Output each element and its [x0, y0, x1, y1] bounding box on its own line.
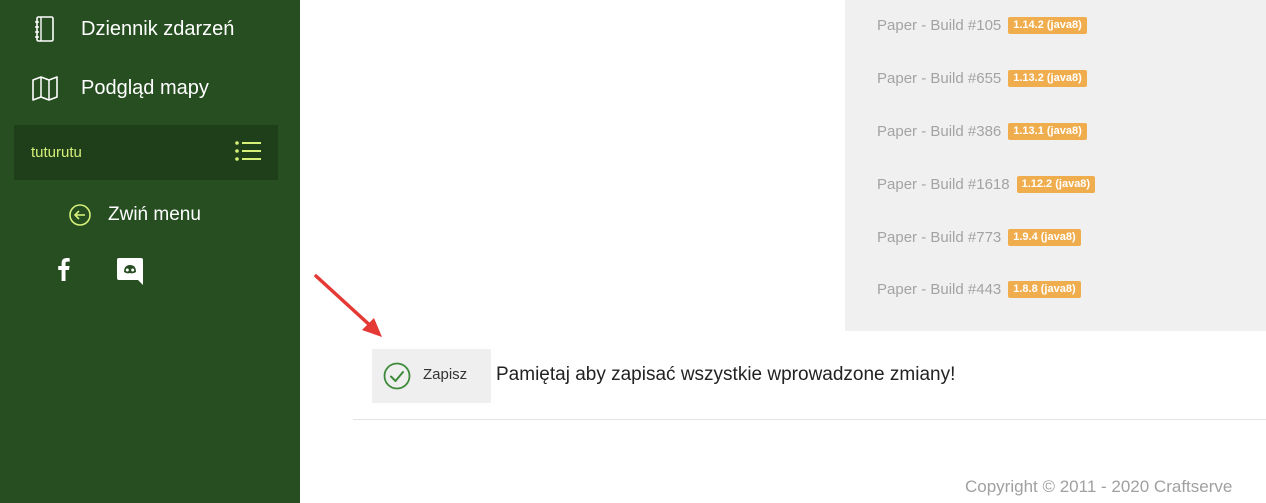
save-button[interactable]: Zapisz	[372, 349, 491, 403]
notebook-icon	[35, 16, 54, 42]
copyright-text: Copyright © 2011 - 2020 Craftserve	[965, 477, 1233, 496]
sidebar-item-label: Podgląd mapy	[81, 76, 209, 99]
collapse-menu-button[interactable]: Zwiń menu	[68, 201, 201, 229]
check-circle-icon	[383, 362, 411, 390]
version-badge: 1.13.2 (java8)	[1008, 69, 1087, 87]
build-option[interactable]: Paper - Build #655 1.13.2 (java8)	[877, 67, 1087, 89]
version-badge: 1.9.4 (java8)	[1008, 228, 1081, 246]
sidebar-item-event-log[interactable]: Dziennik zdarzeń	[0, 4, 300, 54]
build-option[interactable]: Paper - Build #773 1.9.4 (java8)	[877, 226, 1081, 248]
discord-icon[interactable]	[116, 256, 144, 286]
facebook-icon[interactable]	[54, 256, 74, 282]
build-name: Paper - Build #105	[877, 16, 1002, 34]
version-badge: 1.8.8 (java8)	[1008, 280, 1081, 298]
sidebar-item-map-preview[interactable]: Podgląd mapy	[0, 63, 300, 113]
build-option[interactable]: Paper - Build #386 1.13.1 (java8)	[877, 120, 1087, 142]
version-badge: 1.12.2 (java8)	[1016, 175, 1096, 193]
build-list: Paper - Build #105 1.14.2 (java8) Paper …	[845, 0, 1266, 331]
server-name: tuturutu	[31, 144, 82, 161]
version-badge: 1.13.1 (java8)	[1008, 122, 1087, 140]
collapse-menu-label: Zwiń menu	[108, 204, 201, 225]
annotation-arrow-icon	[314, 274, 382, 337]
save-button-label: Zapisz	[423, 366, 468, 383]
build-option[interactable]: Paper - Build #443 1.8.8 (java8)	[877, 278, 1081, 300]
list-icon	[235, 141, 261, 161]
sidebar: Dziennik zdarzeń Podgląd mapy tuturutu Z…	[0, 0, 300, 503]
build-option[interactable]: Paper - Build #1618 1.12.2 (java8)	[877, 173, 1096, 195]
build-name: Paper - Build #443	[877, 280, 1002, 298]
server-selector[interactable]: tuturutu	[14, 125, 278, 180]
divider	[353, 419, 1266, 420]
version-badge: 1.14.2 (java8)	[1008, 16, 1087, 34]
map-icon	[32, 76, 58, 101]
arrow-left-circle-icon	[69, 204, 91, 226]
build-name: Paper - Build #386	[877, 122, 1002, 140]
build-name: Paper - Build #1618	[877, 175, 1010, 193]
save-reminder-message: Pamiętaj aby zapisać wszystkie wprowadzo…	[496, 364, 956, 385]
build-option[interactable]: Paper - Build #105 1.14.2 (java8)	[877, 14, 1087, 36]
build-name: Paper - Build #773	[877, 228, 1002, 246]
page: Dziennik zdarzeń Podgląd mapy tuturutu Z…	[0, 0, 1266, 503]
sidebar-item-label: Dziennik zdarzeń	[81, 17, 235, 40]
build-name: Paper - Build #655	[877, 69, 1002, 87]
